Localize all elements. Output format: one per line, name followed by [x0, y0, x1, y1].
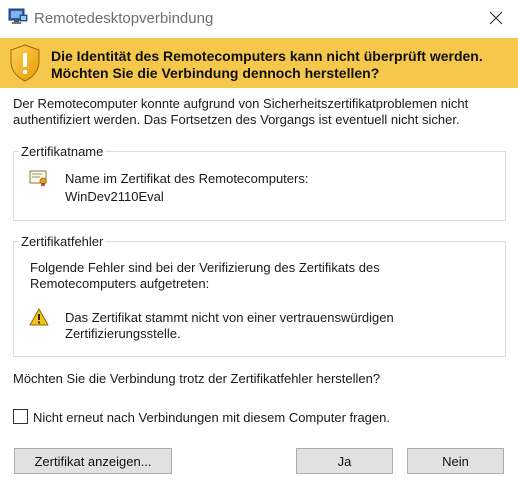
certificate-errors-legend: Zertifikatfehler — [19, 234, 106, 249]
shield-warning-icon — [10, 44, 40, 82]
close-icon — [489, 11, 503, 25]
banner-message: Die Identität des Remotecomputers kann n… — [51, 48, 511, 82]
dont-ask-label[interactable]: Nicht erneut nach Verbindungen mit diese… — [33, 410, 390, 426]
intro-text: Der Remotecomputer konnte aufgrund von S… — [13, 96, 469, 127]
certificate-name-legend: Zertifikatname — [19, 144, 106, 159]
banner-line-1: Die Identität des Remotecomputers kann n… — [51, 48, 483, 64]
window-title: Remotedesktopverbindung — [34, 10, 214, 27]
certificate-name-value: WinDev2110Eval — [65, 189, 164, 204]
certificate-icon — [29, 170, 47, 187]
warning-icon — [29, 308, 49, 326]
certificate-name-label: Name im Zertifikat des Remotecomputers: — [65, 171, 309, 186]
yes-button[interactable]: Ja — [296, 448, 393, 474]
certificate-errors-description: Folgende Fehler sind bei der Verifizieru… — [30, 260, 380, 291]
certificate-error-text: Das Zertifikat stammt nicht von einer ve… — [65, 310, 394, 341]
banner-line-2: Möchten Sie die Verbindung dennoch herst… — [51, 65, 380, 81]
no-button[interactable]: Nein — [407, 448, 504, 474]
dont-ask-checkbox[interactable] — [13, 409, 28, 424]
remote-desktop-icon — [8, 8, 28, 24]
view-certificate-button[interactable]: Zertifikat anzeigen... — [14, 448, 172, 474]
connect-question: Möchten Sie die Verbindung trotz der Zer… — [13, 371, 381, 386]
close-button[interactable] — [474, 0, 518, 36]
